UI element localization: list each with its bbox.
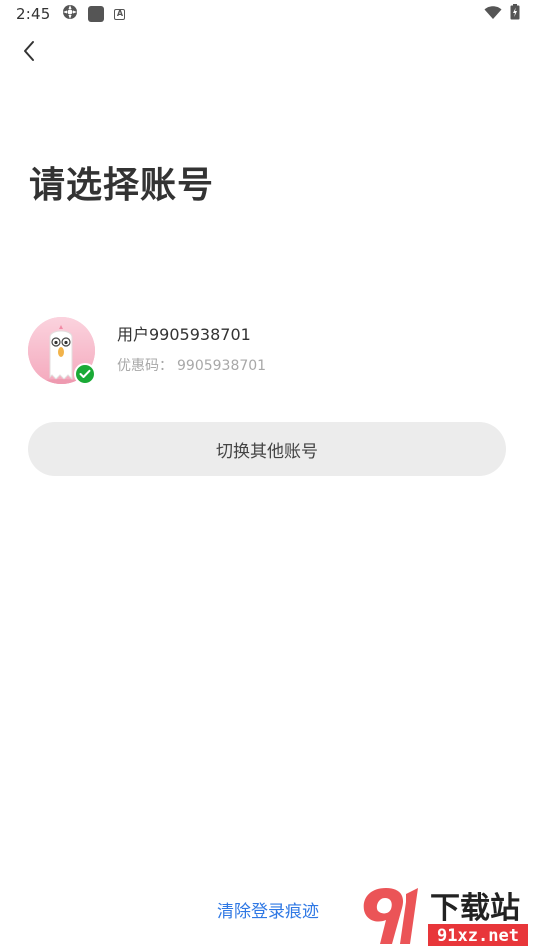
account-promo: 优惠码： 9905938701 — [117, 356, 266, 376]
status-bar: 2:45 A — [0, 0, 534, 28]
app-square-icon — [88, 6, 105, 22]
keyboard-a-icon: A — [114, 8, 126, 20]
status-icons-right — [484, 4, 520, 24]
status-time: 2:45 — [16, 5, 51, 23]
wifi-icon — [484, 5, 502, 24]
watermark-logo: 下载站 91xz.net — [358, 884, 530, 950]
svg-text:下载站: 下载站 — [430, 891, 520, 926]
battery-icon — [510, 4, 520, 24]
status-icons-left: A — [62, 4, 126, 24]
promo-label: 优惠码： — [117, 358, 173, 374]
account-name: 用户9905938701 — [117, 325, 251, 344]
check-icon — [79, 364, 91, 383]
chevron-left-icon — [22, 40, 36, 66]
promo-value: 9905938701 — [177, 358, 267, 374]
svg-text:91xz.net: 91xz.net — [437, 926, 519, 946]
switch-account-button[interactable]: 切换其他账号 — [28, 422, 506, 476]
account-item[interactable]: 用户9905938701 优惠码： 9905938701 — [28, 314, 506, 386]
settings-icon — [62, 4, 78, 24]
back-button[interactable] — [14, 38, 44, 68]
account-select-screen: 2:45 A 请选择账号 用户9905938701 优惠码： 990593870… — [0, 0, 534, 950]
account-text: 用户9905938701 优惠码： 9905938701 — [117, 324, 266, 376]
page-title: 请选择账号 — [29, 165, 215, 206]
avatar — [28, 316, 96, 385]
selected-check-badge — [74, 362, 96, 385]
